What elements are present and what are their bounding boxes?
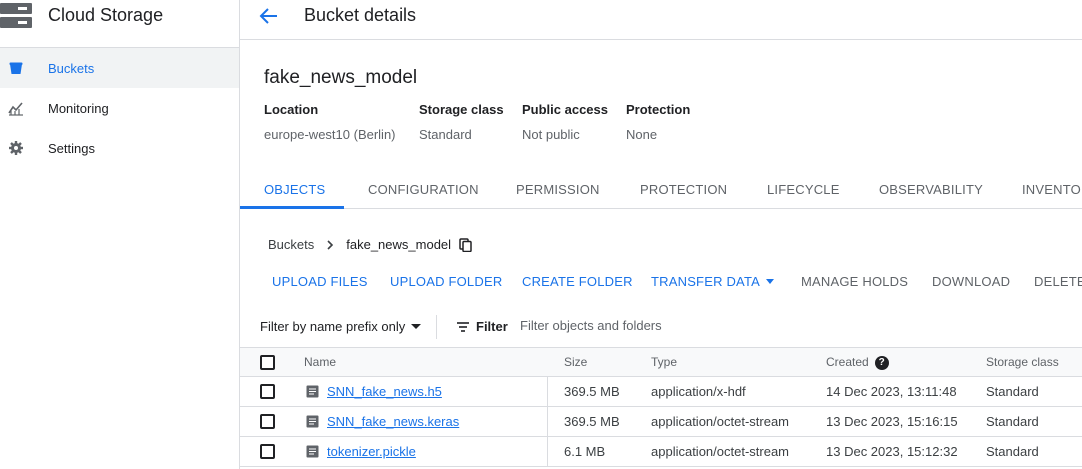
- breadcrumb-buckets-link[interactable]: Buckets: [268, 237, 314, 252]
- object-storage-class: Standard: [986, 414, 1039, 429]
- help-icon[interactable]: ?: [874, 355, 889, 370]
- object-type: application/octet-stream: [651, 414, 790, 429]
- storage-logo-icon: [0, 2, 32, 28]
- object-size: 369.5 MB: [564, 384, 620, 399]
- row-checkbox[interactable]: [260, 444, 275, 459]
- tab-permission[interactable]: PERMISSION: [516, 182, 600, 197]
- objects-table: Name Size Type Created? Storage class SN…: [240, 347, 1082, 467]
- bucket-icon: [9, 62, 23, 74]
- nav-item-label: Settings: [48, 140, 95, 156]
- file-icon: [306, 415, 319, 428]
- page-title: Bucket details: [304, 5, 417, 25]
- nav-item-buckets[interactable]: Buckets: [0, 48, 239, 88]
- nav-item-label: Buckets: [48, 60, 95, 76]
- tab-inventory[interactable]: INVENTORY: [1022, 182, 1082, 197]
- table-header: Name Size Type Created? Storage class: [240, 347, 1082, 377]
- chevron-right-icon: [327, 239, 334, 250]
- object-size: 369.5 MB: [564, 414, 620, 429]
- nav-item-monitoring[interactable]: Monitoring: [0, 88, 239, 128]
- upload-files-button[interactable]: UPLOAD FILES: [272, 274, 368, 289]
- meta-value: Not public: [522, 127, 580, 142]
- top-bar: Bucket details: [240, 0, 1082, 40]
- copy-icon[interactable]: [459, 237, 473, 252]
- select-all-checkbox[interactable]: [260, 355, 275, 370]
- meta-value: None: [626, 127, 658, 142]
- filter-button-label: Filter: [476, 319, 508, 334]
- filter-button[interactable]: Filter: [456, 319, 508, 334]
- meta-public-access: Public access Not public: [522, 102, 608, 142]
- header-created[interactable]: Created?: [826, 355, 889, 370]
- header-created-label: Created: [826, 355, 869, 369]
- filter-input[interactable]: [520, 318, 820, 333]
- meta-key: Protection: [626, 102, 691, 117]
- object-type: application/x-hdf: [651, 384, 746, 399]
- meta-protection: Protection None: [626, 102, 690, 142]
- caret-down-icon: [411, 324, 422, 330]
- transfer-data-button[interactable]: TRANSFER DATA: [651, 274, 775, 289]
- object-storage-class: Standard: [986, 444, 1039, 459]
- tab-objects[interactable]: OBJECTS: [264, 182, 325, 197]
- table-row: SNN_fake_news.keras 369.5 MB application…: [240, 407, 1082, 437]
- object-size: 6.1 MB: [564, 444, 606, 459]
- nav-header: Cloud Storage: [0, 0, 239, 39]
- table-row: SNN_fake_news.h5 369.5 MB application/x-…: [240, 377, 1082, 407]
- side-nav: Cloud Storage Buckets Monitoring Setting…: [0, 0, 240, 469]
- file-icon: [306, 385, 319, 398]
- tab-lifecycle[interactable]: LIFECYCLE: [767, 182, 840, 197]
- object-storage-class: Standard: [986, 384, 1039, 399]
- row-checkbox[interactable]: [260, 414, 275, 429]
- delete-button[interactable]: DELETE: [1034, 274, 1082, 289]
- active-tab-indicator: [240, 206, 344, 209]
- object-name-link[interactable]: tokenizer.pickle: [327, 444, 416, 459]
- object-name-link[interactable]: SNN_fake_news.h5: [327, 384, 442, 399]
- tab-observability[interactable]: OBSERVABILITY: [879, 182, 983, 197]
- meta-key: Storage class: [419, 102, 504, 117]
- object-created: 14 Dec 2023, 13:11:48: [826, 384, 957, 399]
- meta-value: Standard: [419, 127, 472, 142]
- object-name-link[interactable]: SNN_fake_news.keras: [327, 414, 459, 429]
- object-type: application/octet-stream: [651, 444, 790, 459]
- nav-item-label: Monitoring: [48, 100, 109, 116]
- header-storage-class[interactable]: Storage class: [986, 355, 1059, 369]
- breadcrumb-current: fake_news_model: [346, 237, 452, 252]
- prefix-filter-dropdown[interactable]: Filter by name prefix only: [260, 319, 422, 334]
- meta-location: Location europe-west10 (Berlin): [264, 102, 396, 142]
- product-title: Cloud Storage: [48, 5, 164, 25]
- download-button[interactable]: DOWNLOAD: [932, 274, 1010, 289]
- table-row: tokenizer.pickle 6.1 MB application/octe…: [240, 437, 1082, 467]
- gear-icon: [9, 141, 23, 155]
- monitoring-icon: [8, 102, 23, 116]
- meta-key: Location: [264, 102, 319, 117]
- tab-bar: OBJECTS CONFIGURATION PERMISSION PROTECT…: [240, 170, 1082, 209]
- caret-down-icon: [766, 279, 775, 285]
- prefix-filter-label: Filter by name prefix only: [260, 319, 406, 334]
- nav-item-settings[interactable]: Settings: [0, 128, 239, 168]
- header-type[interactable]: Type: [651, 355, 677, 369]
- create-folder-button[interactable]: CREATE FOLDER: [522, 274, 633, 289]
- manage-holds-button[interactable]: MANAGE HOLDS: [801, 274, 908, 289]
- file-icon: [306, 445, 319, 458]
- header-name[interactable]: Name: [304, 355, 336, 369]
- upload-folder-button[interactable]: UPLOAD FOLDER: [390, 274, 502, 289]
- filter-divider: [436, 315, 437, 339]
- object-created: 13 Dec 2023, 15:16:15: [826, 414, 958, 429]
- filter-bar: Filter by name prefix only Filter: [240, 307, 1082, 347]
- row-checkbox[interactable]: [260, 384, 275, 399]
- breadcrumb: Buckets fake_news_model: [268, 237, 473, 252]
- tab-protection[interactable]: PROTECTION: [640, 182, 727, 197]
- back-arrow-icon[interactable]: [258, 6, 280, 26]
- header-size[interactable]: Size: [564, 355, 587, 369]
- tab-configuration[interactable]: CONFIGURATION: [368, 182, 479, 197]
- transfer-data-label: TRANSFER DATA: [651, 274, 761, 289]
- filter-icon: [457, 321, 469, 332]
- meta-storage-class: Storage class Standard: [419, 102, 504, 142]
- object-created: 13 Dec 2023, 15:12:32: [826, 444, 958, 459]
- meta-value: europe-west10 (Berlin): [264, 127, 396, 142]
- bucket-name: fake_news_model: [264, 67, 418, 88]
- meta-key: Public access: [522, 102, 608, 117]
